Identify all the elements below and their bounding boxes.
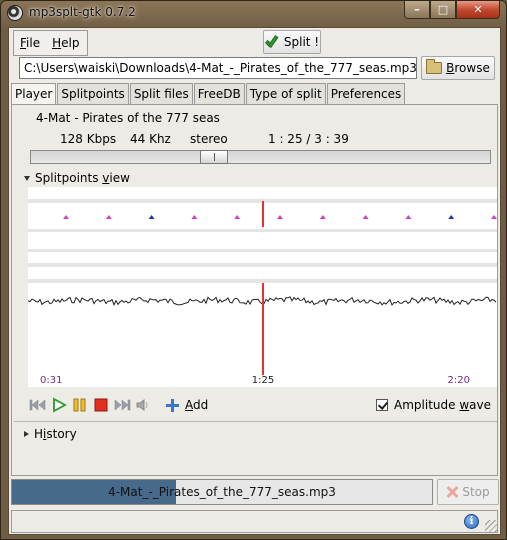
cursor-line-bottom <box>262 283 264 375</box>
amplitude-wave-checkbox[interactable] <box>376 399 389 411</box>
waveform-canvas[interactable]: 0:31 1:25 2:20 <box>28 187 497 387</box>
play-icon[interactable] <box>49 397 69 413</box>
title-bar[interactable]: mp3splt-gtk 0.7.2 – □ ✕ <box>1 1 506 25</box>
pause-icon[interactable] <box>70 397 90 413</box>
splitpoint-marker <box>491 215 497 219</box>
separator <box>14 421 497 422</box>
channel-mode: stereo <box>190 132 228 146</box>
stop-playback-icon[interactable] <box>91 397 111 413</box>
waveform-view[interactable]: 0:31 1:25 2:20 <box>28 187 497 387</box>
resize-grip[interactable] <box>485 520 497 532</box>
seek-bar[interactable] <box>30 150 491 164</box>
split-button[interactable]: Split ! <box>263 30 321 54</box>
stop-button[interactable]: Stop <box>437 479 499 505</box>
status-bar: i <box>11 510 498 533</box>
time-position: 1 : 25 / 3 : 39 <box>268 132 349 146</box>
amplitude-wave-label: Amplitude wave <box>394 398 491 412</box>
volume-icon[interactable] <box>133 397 153 413</box>
tab-split-files[interactable]: Split files <box>129 83 193 104</box>
splitpoint-marker <box>63 215 69 219</box>
splitpoint-marker <box>405 215 412 219</box>
history-label: History <box>34 427 77 441</box>
splitpoints-view-expander[interactable]: Splitpoints view <box>24 171 130 185</box>
split-progress-bar: 4-Mat_-_Pirates_of_the_777_seas.mp3 <box>11 479 433 505</box>
splitpoint-marker <box>319 215 326 219</box>
add-label: Add <box>185 398 209 412</box>
history-expander[interactable]: History <box>24 427 77 441</box>
next-icon[interactable] <box>112 397 132 413</box>
app-icon <box>7 5 23 21</box>
add-splitpoint-button[interactable]: Add <box>166 398 208 412</box>
tab-bar: Player Splitpoints Split files FreeDB Ty… <box>11 83 406 105</box>
player-controls: Add <box>28 395 208 415</box>
browse-button-label: Browse <box>446 61 490 75</box>
tab-splitpoints[interactable]: Splitpoints <box>57 83 129 104</box>
app-window: mp3splt-gtk 0.7.2 – □ ✕ File Help Split … <box>0 0 507 540</box>
time-label: 2:20 <box>448 375 470 386</box>
tab-type-of-split[interactable]: Type of split <box>245 83 326 104</box>
frequency: 44 Khz <box>130 132 171 146</box>
band-line <box>28 263 497 267</box>
menu-file[interactable]: File <box>20 36 40 50</box>
song-title: 4-Mat - Pirates of the 777 seas <box>36 111 220 125</box>
previous-icon[interactable] <box>28 397 48 413</box>
time-label: 1:25 <box>252 375 274 386</box>
splitpoint-marker <box>191 215 198 219</box>
time-label: 0:31 <box>40 375 62 386</box>
stop-icon <box>446 486 458 498</box>
maximize-button[interactable]: □ <box>430 1 456 19</box>
band-line <box>28 249 497 252</box>
minimize-button[interactable]: – <box>404 1 430 19</box>
stop-button-label: Stop <box>462 485 490 499</box>
browse-button[interactable]: Browse <box>421 56 495 80</box>
band-line <box>28 229 497 232</box>
folder-icon <box>426 59 443 74</box>
split-button-label: Split ! <box>283 35 320 49</box>
splitpoint-marker <box>105 215 112 219</box>
splitpoint-marker <box>148 215 155 219</box>
split-progress-filename: 4-Mat_-_Pirates_of_the_777_seas.mp3 <box>108 485 336 499</box>
splitpoint-marker <box>362 215 369 219</box>
plus-icon <box>166 398 179 412</box>
cursor-line-top <box>262 201 264 227</box>
menu-help[interactable]: Help <box>52 36 79 50</box>
window-buttons: – □ ✕ <box>404 1 500 19</box>
seek-thumb[interactable] <box>200 150 228 164</box>
expander-right-icon <box>24 431 29 437</box>
checkmark-icon <box>265 34 281 50</box>
tab-player[interactable]: Player <box>11 83 57 105</box>
expander-down-icon <box>24 175 30 181</box>
tab-preferences[interactable]: Preferences <box>326 83 406 104</box>
info-icon[interactable]: i <box>464 514 479 529</box>
player-panel: 4-Mat - Pirates of the 777 seas 128 Kbps… <box>11 104 498 476</box>
menu-bar: File Help <box>13 30 88 56</box>
amplitude-wave-toggle[interactable]: Amplitude wave <box>376 398 491 412</box>
tab-freedb[interactable]: FreeDB <box>193 83 245 104</box>
close-button[interactable]: ✕ <box>456 1 500 19</box>
client-area: File Help Split ! C:\Users\waiski\Downlo… <box>8 27 501 535</box>
band-line <box>28 279 497 283</box>
file-path-input[interactable]: C:\Users\waiski\Downloads\4-Mat_-_Pirate… <box>19 57 417 79</box>
window-title: mp3splt-gtk 0.7.2 <box>29 5 136 19</box>
splitpoint-marker <box>234 215 241 219</box>
splitpoint-marker <box>277 215 283 219</box>
bitrate: 128 Kbps <box>60 132 117 146</box>
splitpoint-marker <box>448 215 455 219</box>
splitpoints-view-label: Splitpoints view <box>35 171 130 185</box>
